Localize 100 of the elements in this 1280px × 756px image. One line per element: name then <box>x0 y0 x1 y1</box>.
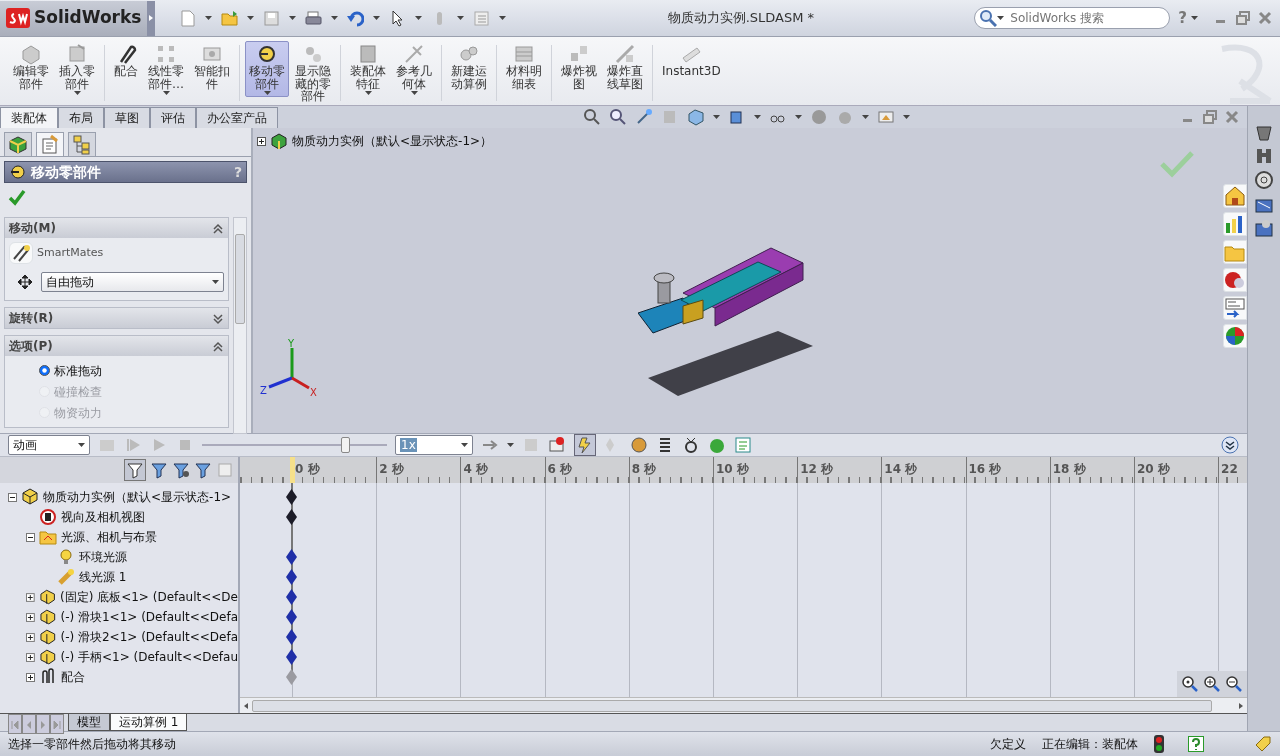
filter-icon[interactable] <box>126 461 144 480</box>
keyframe-marker[interactable] <box>286 569 297 585</box>
zoom-in-icon[interactable] <box>1203 675 1221 693</box>
command-button[interactable]: 显示隐 藏的零 部件 <box>291 41 335 105</box>
expander-icon[interactable] <box>8 492 17 502</box>
caret-icon[interactable] <box>997 16 1005 20</box>
caret-icon[interactable] <box>1191 16 1198 20</box>
filter-icon[interactable] <box>172 461 190 479</box>
caret-icon[interactable] <box>713 115 720 119</box>
section-header[interactable]: 选项(P) <box>5 336 228 356</box>
ok-checkmark-icon[interactable] <box>8 187 26 206</box>
vertical-scrollbar[interactable] <box>233 217 247 434</box>
view-tool-icon[interactable] <box>635 108 653 126</box>
caret-icon[interactable] <box>457 16 465 20</box>
filter-icon[interactable] <box>150 461 168 479</box>
caret-icon[interactable] <box>507 443 514 447</box>
keyframe-marker[interactable] <box>286 649 297 665</box>
zoom-out-icon[interactable] <box>1225 675 1243 693</box>
tree-item-label[interactable]: (-) 滑块1<1> (Default<<Defa <box>60 608 238 626</box>
resources-icon[interactable] <box>1224 269 1246 291</box>
expander-icon[interactable] <box>26 612 35 622</box>
caret-icon[interactable] <box>373 16 381 20</box>
collapse-chevron-icon[interactable] <box>212 311 224 325</box>
print-icon[interactable] <box>305 9 323 27</box>
study-type-dropdown[interactable]: 动画 <box>8 435 90 455</box>
command-button[interactable]: 编辑零 部件 <box>9 41 53 93</box>
command-button[interactable]: Instant3D <box>658 41 725 80</box>
app-logo[interactable]: SolidWorks <box>0 0 148 36</box>
panel-tab[interactable] <box>36 132 64 156</box>
motion-tool-icon[interactable] <box>630 436 648 454</box>
collapse-panel-icon[interactable] <box>1221 436 1239 454</box>
caret-icon[interactable] <box>903 115 910 119</box>
motion-tool-icon[interactable] <box>548 436 566 454</box>
tree-item-label[interactable]: 环境光源 <box>79 548 127 566</box>
keyframe-marker[interactable] <box>286 669 297 685</box>
view-tool-icon[interactable] <box>609 108 627 126</box>
property-list-icon[interactable] <box>1224 297 1246 319</box>
ribbon-tab[interactable]: 布局 <box>58 107 104 128</box>
expander-icon[interactable] <box>26 672 35 682</box>
tree-item-label[interactable]: (-) 滑块2<1> (Default<<Defa <box>60 628 238 646</box>
restore-icon[interactable] <box>1236 11 1250 25</box>
caret-icon[interactable] <box>263 90 271 95</box>
keyframe-marker[interactable] <box>286 489 297 505</box>
restore-icon[interactable] <box>1203 110 1217 124</box>
search-bar[interactable]: SolidWorks 搜索 <box>974 7 1171 29</box>
tool-icon[interactable] <box>1254 146 1274 166</box>
home-icon[interactable] <box>1224 185 1246 207</box>
caret-icon[interactable] <box>795 115 802 119</box>
motion-tool-icon[interactable] <box>682 436 700 454</box>
motion-tool-icon[interactable] <box>576 436 594 455</box>
tree-item-label[interactable]: 物质动力实例（默认<显示状态-1> <box>43 488 232 506</box>
radio-button[interactable] <box>39 365 50 376</box>
ribbon-tab[interactable]: 评估 <box>150 107 196 128</box>
appearance-icon[interactable] <box>1224 325 1246 347</box>
collapse-chevron-icon[interactable] <box>212 221 224 235</box>
command-button[interactable]: 爆炸直 线草图 <box>603 41 647 93</box>
ribbon-tab[interactable]: 草图 <box>104 107 150 128</box>
assembly-name[interactable]: 物质动力实例（默认<显示状态-1>） <box>292 132 493 150</box>
caret-icon[interactable] <box>247 16 255 20</box>
section-header[interactable]: 旋转(R) <box>5 308 228 328</box>
expander-icon[interactable] <box>26 592 35 602</box>
collapse-chevron-icon[interactable] <box>212 339 224 353</box>
horizontal-scrollbar-thumb[interactable] <box>252 699 1212 712</box>
tree-item-label[interactable]: (固定) 底板<1> (Default<<De <box>60 588 238 606</box>
caret-icon[interactable] <box>862 115 869 119</box>
keyframe-marker[interactable] <box>286 549 297 565</box>
caret-icon[interactable] <box>73 90 81 95</box>
tool-icon[interactable] <box>1254 170 1274 190</box>
caret-icon[interactable] <box>461 443 468 447</box>
caret-icon[interactable] <box>162 90 170 95</box>
caret-icon[interactable] <box>415 16 423 20</box>
caret-icon[interactable] <box>205 16 213 20</box>
caret-icon[interactable] <box>364 90 372 95</box>
filter-icon[interactable] <box>194 461 212 479</box>
expander-icon[interactable] <box>26 632 35 642</box>
undo-icon[interactable] <box>347 9 365 27</box>
tag-icon[interactable] <box>1254 734 1272 753</box>
view-tool-icon[interactable] <box>687 108 705 126</box>
keyframe-marker[interactable] <box>286 509 297 525</box>
playback-slider[interactable] <box>202 436 387 454</box>
expander-icon[interactable] <box>26 532 35 542</box>
caret-icon[interactable] <box>78 443 85 447</box>
command-button[interactable]: 配合 <box>110 41 142 80</box>
panel-tab[interactable] <box>4 132 32 156</box>
command-button[interactable]: 参考几 何体 <box>392 41 436 97</box>
command-button[interactable]: 爆炸视 图 <box>557 41 601 93</box>
tree-item-label[interactable]: (-) 手柄<1> (Default<<Defau <box>60 648 238 666</box>
command-button[interactable]: 材料明 细表 <box>502 41 546 93</box>
tree-item-label[interactable]: 配合 <box>61 668 85 686</box>
close-icon[interactable] <box>1258 11 1272 25</box>
drag-mode-dropdown[interactable]: 自由拖动 <box>41 272 224 292</box>
study-tab[interactable]: 运动算例 1 <box>110 714 188 731</box>
ribbon-tab[interactable]: 装配体 <box>0 107 58 128</box>
study-tab[interactable]: 模型 <box>68 714 110 731</box>
view-tool-icon[interactable] <box>583 108 601 126</box>
command-button[interactable]: 智能扣 件 <box>190 41 234 93</box>
expander-icon[interactable] <box>26 652 35 662</box>
open-folder-icon[interactable] <box>221 9 239 27</box>
caret-icon[interactable] <box>212 280 219 284</box>
expander-icon[interactable] <box>257 136 266 146</box>
